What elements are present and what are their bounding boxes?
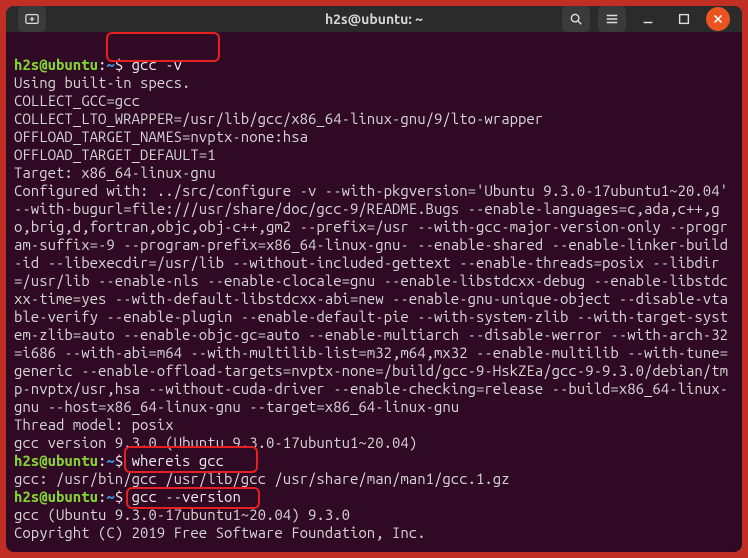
prompt-sigil: $ xyxy=(115,452,132,469)
output-line: OFFLOAD_TARGET_NAMES=nvptx-none:hsa xyxy=(14,128,308,145)
close-button[interactable] xyxy=(706,7,730,31)
prompt-sigil: $ xyxy=(115,56,132,73)
menu-button[interactable] xyxy=(598,6,626,32)
prompt-user: h2s@ubuntu xyxy=(14,452,98,469)
search-button[interactable] xyxy=(562,6,590,32)
prompt-path: ~ xyxy=(106,56,114,73)
output-line: Using built-in specs. xyxy=(14,74,190,91)
prompt-user: h2s@ubuntu xyxy=(14,488,98,505)
maximize-button[interactable] xyxy=(670,6,698,32)
output-line: OFFLOAD_TARGET_DEFAULT=1 xyxy=(14,146,216,163)
minimize-button[interactable] xyxy=(634,6,662,32)
output-line: Copyright (C) 2019 Free Software Foundat… xyxy=(14,524,426,541)
output-line: Thread model: posix xyxy=(14,416,174,433)
titlebar: h2s@ubuntu: ~ xyxy=(6,6,742,32)
cmd-whereis: whereis gcc xyxy=(132,452,224,469)
output-line: gcc version 9.3.0 (Ubuntu 9.3.0-17ubuntu… xyxy=(14,434,417,451)
terminal-window: h2s@ubuntu: ~ xyxy=(6,6,742,552)
close-icon xyxy=(711,12,725,26)
maximize-icon xyxy=(677,12,691,26)
output-line: COLLECT_GCC=gcc xyxy=(14,92,140,109)
prompt-user: h2s@ubuntu xyxy=(14,56,98,73)
search-icon xyxy=(569,12,583,26)
output-line: Configured with: ../src/configure -v --w… xyxy=(14,182,736,415)
new-tab-button[interactable] xyxy=(18,6,46,32)
output-line: gcc (Ubuntu 9.3.0-17ubuntu1~20.04) 9.3.0 xyxy=(14,506,350,523)
output-line: gcc: /usr/bin/gcc /usr/lib/gcc /usr/shar… xyxy=(14,470,510,487)
prompt-path: ~ xyxy=(106,488,114,505)
new-tab-icon xyxy=(25,12,39,26)
hamburger-icon xyxy=(605,12,619,26)
output-line: Target: x86_64-linux-gnu xyxy=(14,164,216,181)
prompt-path: ~ xyxy=(106,452,114,469)
cmd-gcc-v: gcc -v xyxy=(132,56,182,73)
output-line: COLLECT_LTO_WRAPPER=/usr/lib/gcc/x86_64-… xyxy=(14,110,543,127)
terminal-body[interactable]: h2s@ubuntu:~$ gcc -v Using built-in spec… xyxy=(6,32,742,552)
prompt-sigil: $ xyxy=(115,488,132,505)
minimize-icon xyxy=(641,12,655,26)
cmd-gcc-version: gcc --version xyxy=(132,488,241,505)
